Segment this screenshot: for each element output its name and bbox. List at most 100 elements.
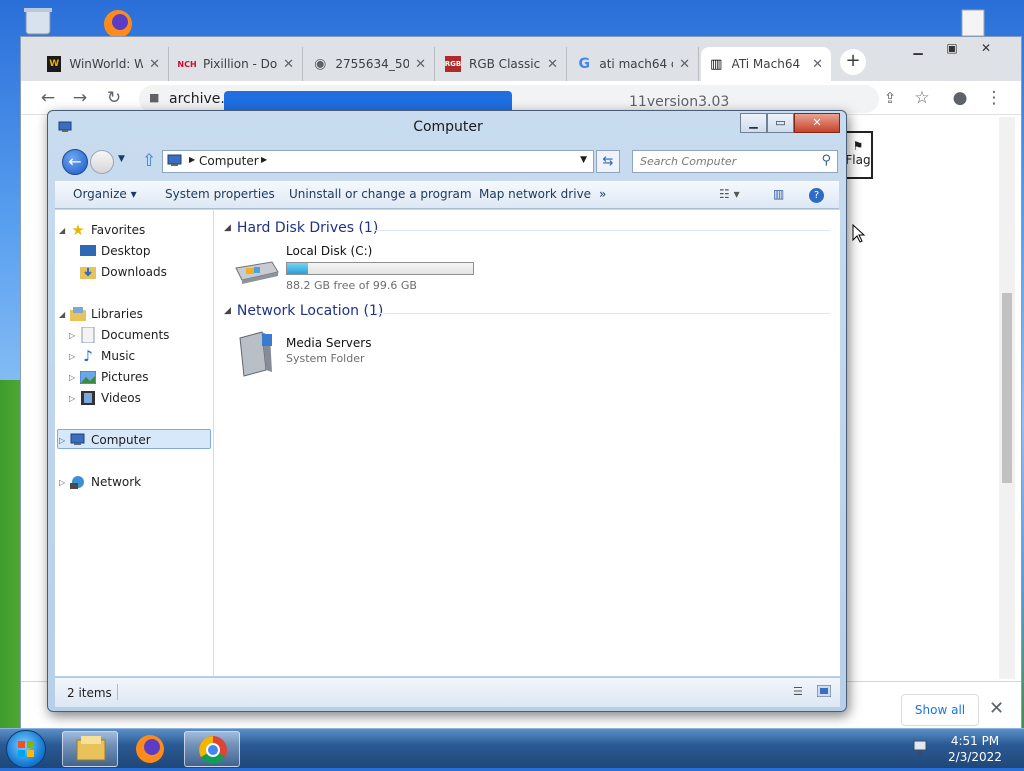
recent-pages-chevron-down-icon[interactable]: ▼	[118, 154, 125, 164]
nav-videos[interactable]: ▷ Videos	[69, 388, 141, 408]
page-scrollbar[interactable]	[999, 117, 1015, 679]
collapse-arrow-icon[interactable]: ◢	[59, 226, 69, 235]
expand-arrow-icon[interactable]: ▷	[69, 352, 79, 361]
collapse-group-icon[interactable]: ◢	[224, 306, 231, 316]
breadcrumb-arrow-icon[interactable]: ▶	[261, 155, 267, 164]
group-header-hard-disk-drives[interactable]: ◢ Hard Disk Drives (1)	[224, 220, 378, 236]
share-icon[interactable]: ⇪	[879, 87, 901, 109]
system-properties-button[interactable]: System properties	[165, 187, 275, 201]
taskbar-firefox[interactable]	[122, 731, 178, 767]
globe-icon: ◉	[314, 56, 327, 72]
expand-arrow-icon[interactable]: ▷	[69, 373, 79, 382]
expand-arrow-icon[interactable]: ▷	[59, 478, 69, 487]
expand-arrow-icon[interactable]: ▷	[69, 394, 79, 403]
nav-music[interactable]: ▷ ♪ Music	[69, 346, 135, 366]
tab-ati-mach64[interactable]: ▥ ATi Mach64 ✕	[701, 47, 831, 81]
music-icon: ♪	[83, 347, 93, 365]
group-header-network-location[interactable]: ◢ Network Location (1)	[224, 303, 383, 319]
nav-label: Favorites	[91, 223, 146, 237]
close-tab-icon[interactable]: ✕	[415, 57, 426, 72]
address-breadcrumb-bar[interactable]: ▶ Computer ▶ ▼	[162, 150, 594, 173]
group-divider	[374, 313, 830, 314]
tab-label: ATi Mach64	[731, 57, 801, 71]
page-scrollbar-thumb[interactable]	[1002, 293, 1012, 483]
breadcrumb-arrow-icon[interactable]: ▶	[189, 155, 195, 164]
local-disk-item[interactable]: Local Disk (C:) 88.2 GB free of 99.6 GB	[228, 244, 498, 294]
nav-favorites[interactable]: ◢ ★ Favorites	[59, 220, 145, 240]
nav-pictures[interactable]: ▷ Pictures	[69, 367, 149, 387]
uninstall-program-button[interactable]: Uninstall or change a program	[289, 187, 472, 201]
clock-time[interactable]: 4:51 PM	[940, 734, 1010, 748]
nav-desktop[interactable]: Desktop	[79, 241, 151, 261]
nav-downloads[interactable]: Downloads	[79, 262, 167, 282]
nav-documents[interactable]: ▷ Documents	[69, 325, 169, 345]
show-all-downloads-button[interactable]: Show all	[901, 694, 979, 726]
tab-image-file[interactable]: ◉ 2755634_50 ✕	[305, 47, 435, 81]
menu-dots-icon[interactable]: ⋮	[983, 87, 1005, 109]
flag-button[interactable]: ⚑ Flag	[843, 131, 873, 179]
media-server-icon	[236, 330, 276, 381]
file-explorer-icon	[76, 736, 106, 761]
breadcrumb-computer[interactable]: Computer	[199, 154, 259, 168]
profile-avatar-icon[interactable]: ●	[949, 87, 971, 109]
collapse-group-icon[interactable]: ◢	[224, 223, 231, 233]
close-tab-icon[interactable]: ✕	[283, 57, 294, 72]
tab-rgb-classic[interactable]: RGB RGB Classic ✕	[437, 47, 567, 81]
close-icon[interactable]: ✕	[971, 39, 1001, 57]
close-tab-icon[interactable]: ✕	[547, 57, 558, 72]
tab-winworld[interactable]: W WinWorld: W ✕	[39, 47, 169, 81]
close-tab-icon[interactable]: ✕	[812, 57, 823, 72]
tab-pixillion[interactable]: NCH Pixillion - Do ✕	[171, 47, 303, 81]
details-view-icon[interactable]: ☰	[793, 685, 809, 699]
preview-pane-icon[interactable]: ▥	[773, 187, 784, 201]
minimize-icon[interactable]: ▁	[740, 113, 767, 133]
reload-icon[interactable]: ↻	[103, 87, 125, 109]
lock-icon: ■	[149, 91, 160, 104]
nav-network[interactable]: ▷ Network	[59, 472, 141, 492]
network-tray-icon[interactable]	[912, 739, 930, 760]
forward-arrow-icon[interactable]: →	[69, 87, 91, 109]
change-view-icon[interactable]: ☷ ▾	[719, 187, 740, 201]
more-commands-button[interactable]: »	[599, 187, 606, 201]
close-downloads-icon[interactable]: ✕	[989, 698, 1004, 719]
bookmark-star-icon[interactable]: ☆	[911, 87, 933, 109]
taskbar: 4:51 PM 2/3/2022	[0, 728, 1024, 768]
address-dropdown-chevron-down-icon[interactable]: ▼	[580, 155, 587, 165]
maximize-icon[interactable]: ▭	[767, 113, 794, 133]
search-field[interactable]: Search Computer ⚲	[632, 150, 838, 173]
refresh-icon[interactable]: ⇆	[596, 150, 620, 173]
mouse-cursor-icon	[852, 223, 866, 247]
nav-libraries[interactable]: ◢ Libraries	[59, 304, 143, 324]
back-button[interactable]: ←	[62, 149, 88, 175]
expand-arrow-icon[interactable]: ▷	[69, 331, 79, 340]
organize-menu[interactable]: Organize ▾	[73, 187, 137, 201]
back-arrow-icon[interactable]: ←	[37, 87, 59, 109]
close-tab-icon[interactable]: ✕	[679, 57, 690, 72]
close-tab-icon[interactable]: ✕	[149, 57, 160, 72]
help-icon[interactable]: ?	[809, 188, 824, 203]
clock-date[interactable]: 2/3/2022	[940, 750, 1010, 764]
media-servers-item[interactable]: Media Servers System Folder	[228, 328, 428, 380]
tab-google-search[interactable]: G ati mach64 c ✕	[569, 47, 699, 81]
recycle-bin-icon[interactable]	[20, 6, 56, 39]
command-bar: Organize ▾ System properties Uninstall o…	[55, 181, 839, 209]
maximize-icon[interactable]: ▣	[937, 39, 967, 57]
search-icon[interactable]: ⚲	[821, 153, 831, 168]
close-icon[interactable]: ✕	[794, 113, 840, 133]
minimize-icon[interactable]: ▁	[903, 39, 933, 57]
up-arrow-icon[interactable]: ⇧	[142, 151, 156, 171]
nav-label: Videos	[101, 391, 141, 405]
start-button[interactable]	[6, 730, 46, 768]
forward-button[interactable]	[90, 150, 114, 174]
expand-arrow-icon[interactable]: ▷	[59, 436, 69, 445]
taskbar-explorer[interactable]	[62, 731, 118, 767]
large-icons-view-icon[interactable]	[816, 684, 833, 699]
taskbar-chrome[interactable]	[184, 731, 240, 767]
new-tab-button[interactable]: +	[840, 49, 866, 75]
collapse-arrow-icon[interactable]: ◢	[59, 310, 69, 319]
map-network-drive-button[interactable]: Map network drive	[479, 187, 591, 201]
url-tail-text: 11version3.03	[629, 94, 730, 110]
nav-computer[interactable]: ▷ Computer	[59, 430, 151, 450]
nav-label: Computer	[91, 433, 151, 447]
tab-label: Pixillion - Do	[203, 57, 278, 71]
